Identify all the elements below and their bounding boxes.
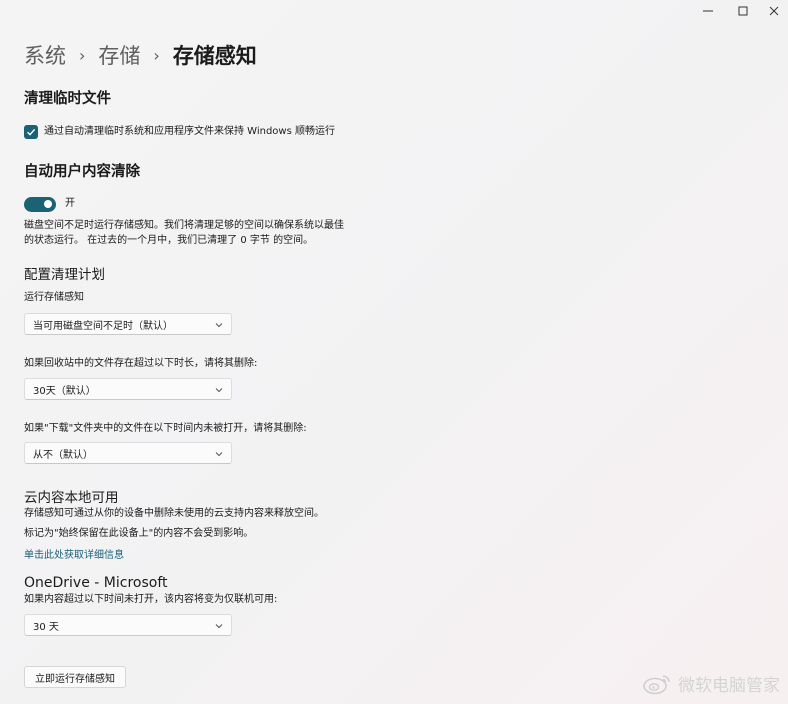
close-icon (769, 6, 779, 16)
auto-cleanup-toggle[interactable] (24, 196, 56, 212)
learn-more-link[interactable]: 单击此处获取详细信息 (24, 546, 124, 561)
chevron-down-icon (215, 323, 223, 328)
downloads-dropdown[interactable]: 从不（默认） (24, 442, 232, 464)
page-title: 存储感知 (172, 44, 257, 68)
temp-files-checkbox-label: 通过自动清理临时系统和应用程序文件来保持 Windows 顺畅运行 (44, 126, 335, 137)
downloads-label: 如果"下载"文件夹中的文件在以下时间内未被打开，请将其删除: (24, 423, 307, 434)
schedule-heading: 配置清理计划 (24, 267, 105, 283)
chevron-down-icon (215, 624, 223, 629)
toggle-state-label: 开 (65, 198, 75, 209)
temp-files-heading: 清理临时文件 (24, 91, 111, 107)
chevron-down-icon (215, 388, 223, 393)
onedrive-value: 30 天 (33, 621, 59, 633)
auto-cleanup-toggle-row[interactable]: 开 (24, 196, 75, 212)
breadcrumb: 系统 › 存储 › 存储感知 (24, 38, 257, 72)
downloads-value: 从不（默认） (33, 449, 93, 461)
minimize-icon (703, 10, 713, 12)
run-storage-sense-label: 运行存储感知 (24, 292, 84, 303)
watermark-text: 微软电脑管家 (678, 676, 780, 696)
run-storage-sense-value: 当可用磁盘空间不足时（默认） (33, 320, 173, 332)
run-storage-sense-dropdown[interactable]: 当可用磁盘空间不足时（默认） (24, 313, 232, 335)
maximize-icon (738, 6, 748, 16)
recycle-bin-dropdown[interactable]: 30天（默认） (24, 378, 232, 400)
onedrive-dropdown[interactable]: 30 天 (24, 614, 232, 636)
cloud-content-line1: 存储感知可通过从你的设备中删除未使用的云支持内容来释放空间。 (24, 508, 324, 519)
run-storage-sense-now-button[interactable]: 立即运行存储感知 (24, 666, 126, 688)
weibo-icon (643, 674, 670, 694)
chevron-down-icon (215, 452, 223, 457)
temp-files-checkbox[interactable] (24, 125, 38, 139)
minimize-button[interactable] (692, 0, 724, 22)
watermark: 微软电脑管家 (642, 671, 780, 696)
cloud-content-heading: 云内容本地可用 (24, 490, 119, 506)
recycle-bin-value: 30天（默认） (33, 385, 96, 397)
auto-cleanup-description-line2: 的状态运行。 在过去的一个月中，我们已清理了 0 字节 的空间。 (24, 235, 314, 246)
checkmark-icon (27, 128, 36, 136)
cloud-content-line2: 标记为"始终保留在此设备上"的内容不会受到影响。 (24, 528, 254, 539)
breadcrumb-separator: › (79, 45, 86, 65)
onedrive-label: 如果内容超过以下时间未打开，该内容将变为仅联机可用: (24, 594, 278, 605)
breadcrumb-separator: › (153, 45, 160, 65)
breadcrumb-item-storage[interactable]: 存储 (98, 40, 140, 70)
auto-cleanup-heading: 自动用户内容清除 (24, 164, 140, 180)
auto-cleanup-description-line1: 磁盘空间不足时运行存储感知。我们将清理足够的空间以确保系统以最佳 (24, 220, 344, 231)
maximize-button[interactable] (727, 0, 759, 22)
recycle-bin-label: 如果回收站中的文件存在超过以下时长，请将其删除: (24, 358, 258, 369)
breadcrumb-item-system[interactable]: 系统 (24, 40, 66, 70)
onedrive-heading: OneDrive - Microsoft (24, 575, 168, 591)
close-button[interactable] (758, 0, 788, 22)
toggle-knob (44, 200, 52, 208)
temp-files-checkbox-row[interactable]: 通过自动清理临时系统和应用程序文件来保持 Windows 顺畅运行 (24, 124, 335, 140)
